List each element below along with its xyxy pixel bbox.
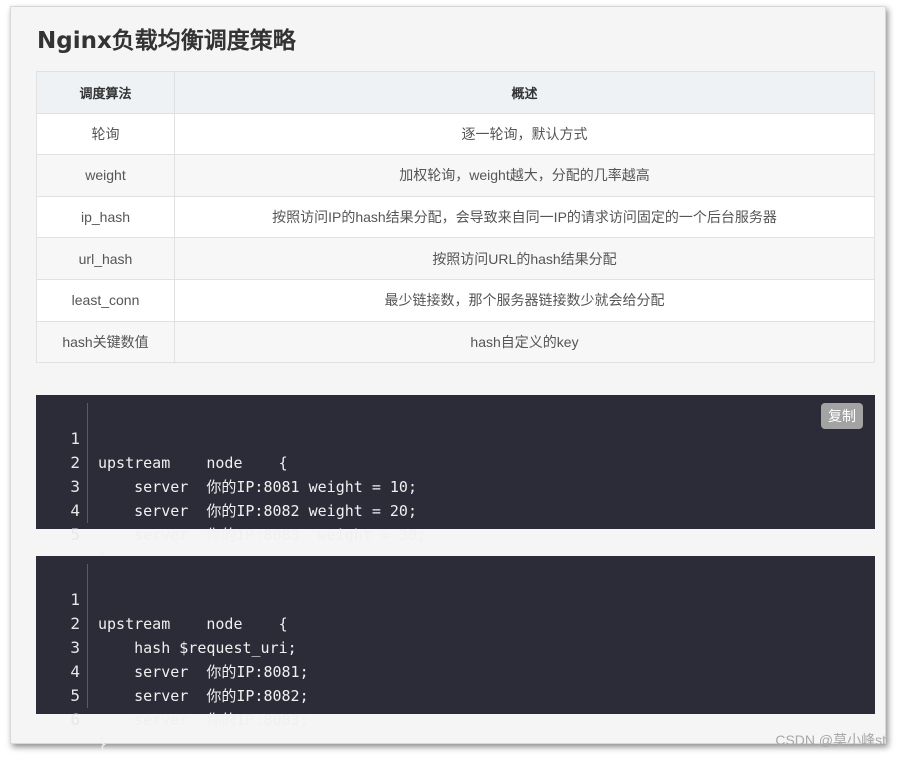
code-line: 1 upstream node {: [36, 403, 287, 472]
code-text: server 你的IP:8082 weight = 20;: [98, 502, 417, 520]
line-number: 6: [70, 710, 80, 729]
table-row: hash关键数值 hash自定义的key: [36, 320, 875, 364]
cell-algorithm: least_conn: [36, 278, 175, 322]
code-line: 3 server 你的IP:8081;: [36, 612, 308, 681]
cell-algorithm: 轮询: [36, 112, 175, 156]
table-row: 轮询 逐一轮询，默认方式: [36, 112, 875, 156]
cell-algorithm: weight: [36, 154, 175, 197]
code-line: 4 server 你的IP:8082;: [36, 636, 308, 705]
cell-description: 按照访问URL的hash结果分配: [174, 237, 875, 280]
table-row: least_conn 最少链接数，那个服务器链接数少就会给分配: [36, 278, 875, 322]
page-title: Nginx负载均衡调度策略: [37, 28, 296, 54]
code-text: upstream node {: [98, 615, 288, 633]
cell-description: 加权轮询，weight越大，分配的几率越高: [174, 154, 875, 197]
copy-button[interactable]: 复制: [821, 403, 863, 429]
table-header-row: 调度算法 概述: [36, 71, 875, 114]
code-text: server 你的IP:8081 weight = 10;: [98, 478, 417, 496]
code-text: }: [98, 735, 108, 753]
article-card: Nginx负载均衡调度策略 调度算法 概述 轮询 逐一轮询，默认方式 weigh…: [10, 6, 886, 753]
code-text: server 你的IP:8083 weight = 30;: [98, 526, 427, 544]
code-line: 4 server 你的IP:8083 weight = 30;: [36, 475, 426, 544]
code-text: upstream node {: [98, 454, 288, 472]
line-number: 5: [70, 525, 80, 544]
cell-description: 逐一轮询，默认方式: [174, 112, 875, 156]
header-algorithm: 调度算法: [36, 71, 175, 114]
table-row: url_hash 按照访问URL的hash结果分配: [36, 237, 875, 280]
cell-algorithm: ip_hash: [36, 195, 175, 239]
csdn-watermark: CSDN @莫小峰st: [775, 732, 886, 748]
header-description: 概述: [174, 71, 875, 114]
code-text: server 你的IP:8082;: [98, 687, 309, 705]
cell-algorithm: hash关键数值: [36, 320, 175, 364]
code-text: hash $request_uri;: [98, 639, 297, 657]
code-line: 1 upstream node {: [36, 564, 287, 633]
code-block-weight: 复制 1 upstream node { 2 server 你的IP:8081 …: [36, 395, 875, 568]
cell-description: hash自定义的key: [174, 320, 875, 364]
code-line: 5 server 你的IP:8083;: [36, 660, 308, 729]
table-row: ip_hash 按照访问IP的hash结果分配，会导致来自同一IP的请求访问固定…: [36, 195, 875, 239]
code-block-hash: 1 upstream node { 2 hash $request_uri; 3…: [36, 556, 875, 753]
code-line: 5 }: [36, 499, 107, 568]
cell-description: 按照访问IP的hash结果分配，会导致来自同一IP的请求访问固定的一个后台服务器: [174, 195, 875, 239]
strategy-table: 调度算法 概述 轮询 逐一轮询，默认方式 weight 加权轮询，weight越…: [36, 71, 875, 364]
code-line: 3 server 你的IP:8082 weight = 20;: [36, 451, 417, 520]
cell-algorithm: url_hash: [36, 237, 175, 280]
code-line: 2 server 你的IP:8081 weight = 10;: [36, 427, 417, 496]
cell-description: 最少链接数，那个服务器链接数少就会给分配: [174, 278, 875, 322]
code-text: server 你的IP:8081;: [98, 663, 309, 681]
table-row: weight 加权轮询，weight越大，分配的几率越高: [36, 154, 875, 197]
code-line: 6 }: [36, 684, 107, 753]
code-text: server 你的IP:8083;: [98, 711, 309, 729]
code-line: 2 hash $request_uri;: [36, 588, 296, 657]
